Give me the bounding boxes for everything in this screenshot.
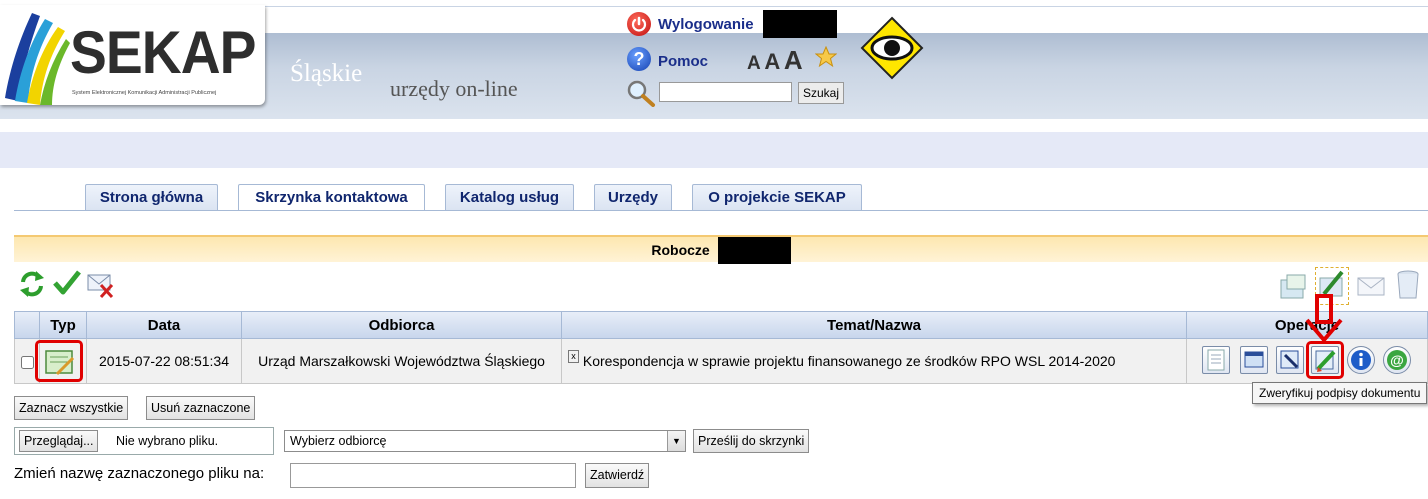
row-subject[interactable]: Korespondencja w sprawie projektu finans… [583,353,1116,369]
section-header: Robocze [14,235,1428,264]
rename-label: Zmień nazwę zaznaczonego pliku na: [14,465,265,482]
edit-document-icon [1280,350,1299,369]
confirm-button[interactable]: Zatwierdź [585,463,650,488]
info-icon [1351,350,1371,370]
search-input[interactable] [659,82,792,102]
window-icon [1244,351,1264,368]
verify-signature-icon [1315,350,1336,372]
logo-text: SEKAP [70,19,256,86]
recipient-select[interactable]: Wybierz odbiorcę ▼ [284,430,686,452]
font-size-small[interactable]: A [747,53,761,74]
col-checkbox [14,311,40,339]
delete-selected-button[interactable]: Usuń zaznaczone [146,396,256,420]
col-date: Data [86,311,242,339]
power-icon[interactable] [627,12,651,36]
logout-link[interactable]: Wylogowanie [658,16,754,33]
font-size-large[interactable]: A [784,45,803,75]
draft-document-icon[interactable] [43,346,77,378]
redacted-username [763,10,837,38]
recipient-select-value: Wybierz odbiorcę [290,434,387,448]
email-button[interactable]: @ [1383,346,1411,374]
font-size-switcher: A A A [747,45,803,76]
rename-input[interactable] [290,463,576,488]
mail-icon[interactable] [1356,272,1386,300]
send-to-box-button[interactable]: Prześlij do skrzynki [693,429,810,453]
row-date: 2015-07-22 08:51:34 [86,339,242,384]
select-all-button[interactable]: Zaznacz wszystkie [14,396,129,420]
row-subject-cell[interactable]: x Korespondencja w sprawie projektu fina… [561,339,1187,384]
site-tagline: urzędy on-line [390,76,518,101]
font-size-medium[interactable]: A [764,49,780,74]
open-window-button[interactable] [1240,346,1268,374]
logo-swoosh-icon [5,13,70,105]
edit-document-button[interactable] [1276,346,1304,374]
tabs-baseline [14,210,1428,211]
tab-offices[interactable]: Urzędy [594,184,672,210]
preview-document-button[interactable] [1202,346,1230,374]
check-icon[interactable] [52,269,82,297]
verify-signatures-button[interactable] [1311,346,1339,374]
document-preview-icon [1207,349,1225,371]
col-subject: Temat/Nazwa [561,311,1187,339]
logo-subtitle: System Elektronicznej Komunikacji Admini… [72,90,217,96]
nav-band [0,132,1428,168]
search-icon [627,80,655,107]
attachment-icon: x [568,350,579,363]
chevron-down-icon[interactable]: ▼ [667,431,685,451]
file-status: Nie wybrano pliku. [116,434,219,448]
delete-mail-icon[interactable] [85,269,117,299]
site-name: Śląskie [290,60,363,87]
tooltip: Zweryfikuj podpisy dokumentu [1252,382,1428,404]
eye-icon[interactable] [860,16,924,80]
tab-contact-box[interactable]: Skrzynka kontaktowa [238,184,425,211]
at-sign-icon: @ [1387,350,1407,370]
tab-service-catalog[interactable]: Katalog usług [445,184,574,210]
help-icon[interactable]: ? [627,47,651,71]
refresh-icon[interactable] [17,269,47,299]
tab-about[interactable]: O projekcie SEKAP [692,184,862,210]
col-recipient: Odbiorca [241,311,562,339]
search-button[interactable]: Szukaj [798,82,845,104]
file-input[interactable]: Przeglądaj... Nie wybrano pliku. [14,427,274,455]
help-link[interactable]: Pomoc [658,53,708,70]
arrow-down-icon [1305,294,1343,342]
trash-icon[interactable] [1394,268,1422,302]
svg-text:@: @ [1390,352,1404,368]
type-highlight [35,340,83,382]
redacted-count [717,237,791,264]
sekap-logo[interactable]: SEKAP System Elektronicznej Komunikacji … [0,5,265,105]
star-icon[interactable] [815,46,837,68]
tab-home[interactable]: Strona główna [85,184,218,210]
info-button[interactable] [1347,346,1375,374]
browse-button[interactable]: Przeglądaj... [19,430,99,452]
row-recipient: Urząd Marszałkowski Województwa Śląskieg… [241,339,562,384]
col-type: Typ [39,311,87,339]
row-checkbox[interactable] [20,355,34,369]
section-title: Robocze [651,242,710,258]
